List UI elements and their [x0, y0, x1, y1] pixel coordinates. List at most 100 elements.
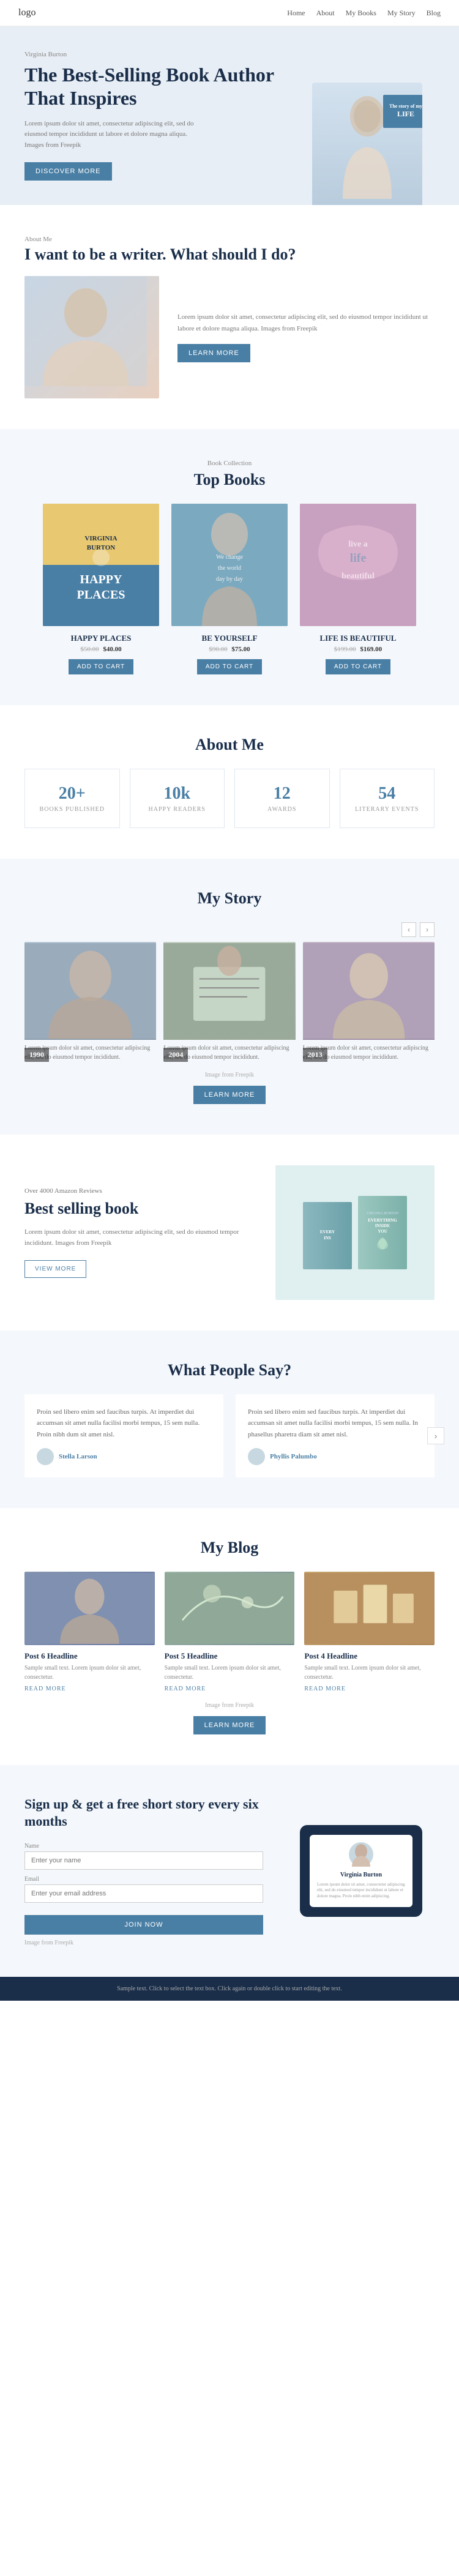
book-2-cart-button[interactable]: ADD TO CART — [197, 659, 262, 674]
book-1-cart-button[interactable]: ADD TO CART — [69, 659, 133, 674]
stat-number-3: 12 — [245, 784, 319, 804]
author-avatar-1 — [37, 1448, 54, 1465]
svg-text:day by day: day by day — [216, 576, 243, 583]
stat-number-1: 20+ — [35, 784, 110, 804]
story-cta-button[interactable]: LEARN MORE — [193, 1086, 266, 1104]
blog-headline-2: Post 5 Headline — [165, 1651, 295, 1661]
stats-section: About Me 20+ BOOKS PUBLISHED 10k HAPPY R… — [0, 705, 459, 859]
blog-img-1 — [24, 1572, 155, 1645]
email-field-group: Email — [24, 1876, 263, 1903]
book-3-price-original: $199.00 — [334, 646, 356, 653]
hero-text: Virginia Burton The Best-Selling Book Au… — [24, 51, 300, 205]
blog-read-3[interactable]: READ MORE — [304, 1686, 435, 1692]
blog-read-1[interactable]: READ MORE — [24, 1686, 155, 1692]
books-grid: VIRGINIA BURTON HAPPY PLACES HAPPY PLACE… — [24, 504, 435, 674]
testimonial-card-2: Proin sed libero enim sed faucibus turpi… — [236, 1394, 435, 1477]
signup-form: Name Email JOIN NOW — [24, 1843, 263, 1935]
about-inner: Lorem ipsum dolor sit amet, consectetur … — [24, 276, 435, 398]
bestseller-cta-button[interactable]: VIEW MORE — [24, 1260, 86, 1278]
story-next-button[interactable]: › — [420, 922, 435, 937]
hero-person-image: The story of my LIFE — [312, 83, 422, 205]
about-label: About Me — [24, 236, 435, 243]
book-2-svg: We change the world day by day — [171, 504, 288, 626]
nav-my-story[interactable]: My Story — [387, 9, 416, 18]
story-cards: 1990 Lorem ipsum dolor sit amet, consect… — [24, 942, 435, 1062]
blog-headline-3: Post 4 Headline — [304, 1651, 435, 1661]
blog-sample-1: Sample small text. Lorem ipsum dolor sit… — [24, 1663, 155, 1682]
testimonial-author-1: Stella Larson — [37, 1448, 211, 1465]
join-button[interactable]: JOIN NOW — [24, 1915, 263, 1935]
footer-text: Sample text. Click to select the text bo… — [117, 1985, 342, 1992]
story-svg-1 — [24, 942, 156, 1040]
book-3-svg: live a life beautiful — [300, 504, 416, 626]
book-3-cart-button[interactable]: ADD TO CART — [326, 659, 390, 674]
blog-card-1: Post 6 Headline Sample small text. Lorem… — [24, 1572, 155, 1692]
story-img-3 — [303, 942, 435, 1040]
about-content: Lorem ipsum dolor sit amet, consectetur … — [177, 312, 435, 362]
hero-cta-button[interactable]: DISCOVER MORE — [24, 162, 112, 181]
book-3-price: $199.00 $169.00 — [300, 646, 416, 653]
blog-card-3: Post 4 Headline Sample small text. Lorem… — [304, 1572, 435, 1692]
about-me-section: About Me I want to be a writer. What sho… — [0, 205, 459, 429]
svg-text:the world: the world — [218, 565, 241, 572]
story-cta-wrap: LEARN MORE — [24, 1086, 435, 1104]
book-1-svg: VIRGINIA BURTON HAPPY PLACES — [43, 504, 159, 626]
book-cover-3: live a life beautiful — [300, 504, 416, 626]
blog-svg-1 — [24, 1572, 155, 1645]
author-avatar-2 — [248, 1448, 265, 1465]
svg-text:PLACES: PLACES — [77, 588, 125, 602]
story-year-2: 2004 — [163, 1048, 188, 1062]
testimonials-next-button[interactable]: › — [427, 1427, 444, 1444]
nav-about[interactable]: About — [316, 9, 335, 18]
author-name-2: Phyllis Palumbo — [270, 1453, 317, 1460]
tablet-name: Virginia Burton — [317, 1872, 405, 1878]
svg-text:VIRGINIA: VIRGINIA — [84, 535, 117, 542]
nav-home[interactable]: Home — [287, 9, 305, 18]
stat-label-3: AWARDS — [245, 806, 319, 813]
navigation: logo Home About My Books My Story Blog — [0, 0, 459, 26]
signup-title: Sign up & get a free short story every s… — [24, 1796, 263, 1831]
story-svg-2 — [163, 942, 295, 1040]
stats-grid: 20+ BOOKS PUBLISHED 10k HAPPY READERS 12… — [24, 769, 435, 828]
story-svg-3 — [303, 942, 435, 1040]
hero-image: The story of my LIFE — [300, 83, 435, 205]
email-input[interactable] — [24, 1884, 263, 1903]
blog-card-2: Post 5 Headline Sample small text. Lorem… — [165, 1572, 295, 1692]
book-title-line1: The story of my — [389, 103, 422, 110]
story-section: My Story ‹ › 1990 Lorem ipsum dolor sit … — [0, 859, 459, 1135]
story-img-2 — [163, 942, 295, 1040]
tablet-mockup: Virginia Burton Lorem ipsum dolor sit am… — [300, 1825, 422, 1917]
hero-book-overlay: The story of my LIFE — [383, 95, 422, 128]
tablet-avatar — [349, 1842, 373, 1867]
stat-number-2: 10k — [140, 784, 215, 804]
book-v2-author: VIRGINIA BURTON — [367, 1212, 399, 1215]
tablet-text: Lorem ipsum dolor sit amet, consectetur … — [317, 1882, 405, 1900]
story-year-1: 1990 — [24, 1048, 49, 1062]
blog-section: My Blog Post 6 Headline Sample small tex… — [0, 1508, 459, 1765]
book-card-3: live a life beautiful LIFE IS BEAUTIFUL … — [300, 504, 416, 674]
book-1-title: HAPPY PLACES — [43, 633, 159, 643]
story-prev-button[interactable]: ‹ — [401, 922, 416, 937]
blog-read-2[interactable]: READ MORE — [165, 1686, 295, 1692]
book-3-title: LIFE IS BEAUTIFUL — [300, 633, 416, 643]
blog-cta-button[interactable]: LEARN MORE — [193, 1716, 266, 1734]
book-visual-2: VIRGINIA BURTON EVERYTHINGINSIDEYOU — [358, 1196, 407, 1269]
hero-section: Virginia Burton The Best-Selling Book Au… — [0, 26, 459, 205]
about-cta-button[interactable]: LEARN MORE — [177, 344, 250, 362]
author-name-1: Stella Larson — [59, 1453, 97, 1460]
hero-title: The Best-Selling Book Author That Inspir… — [24, 63, 300, 110]
svg-text:HAPPY: HAPPY — [80, 573, 122, 586]
hero-description: Lorem ipsum dolor sit amet, consectetur … — [24, 119, 196, 151]
nav-my-books[interactable]: My Books — [346, 9, 376, 18]
name-input[interactable] — [24, 1851, 263, 1870]
books-label: Book Collection — [24, 460, 435, 467]
blog-svg-2 — [165, 1572, 295, 1645]
about-person-svg — [24, 276, 147, 386]
footer: Sample text. Click to select the text bo… — [0, 1977, 459, 2001]
blog-img-3 — [304, 1572, 435, 1645]
book-2-price-original: $90.00 — [209, 646, 227, 653]
stat-box-4: 54 LITERARY EVENTS — [340, 769, 435, 828]
nav-blog[interactable]: Blog — [427, 9, 441, 18]
signup-credit: Image from Freepik — [24, 1939, 263, 1946]
bestseller-text: Over 4000 Amazon Reviews Best selling bo… — [24, 1187, 251, 1278]
